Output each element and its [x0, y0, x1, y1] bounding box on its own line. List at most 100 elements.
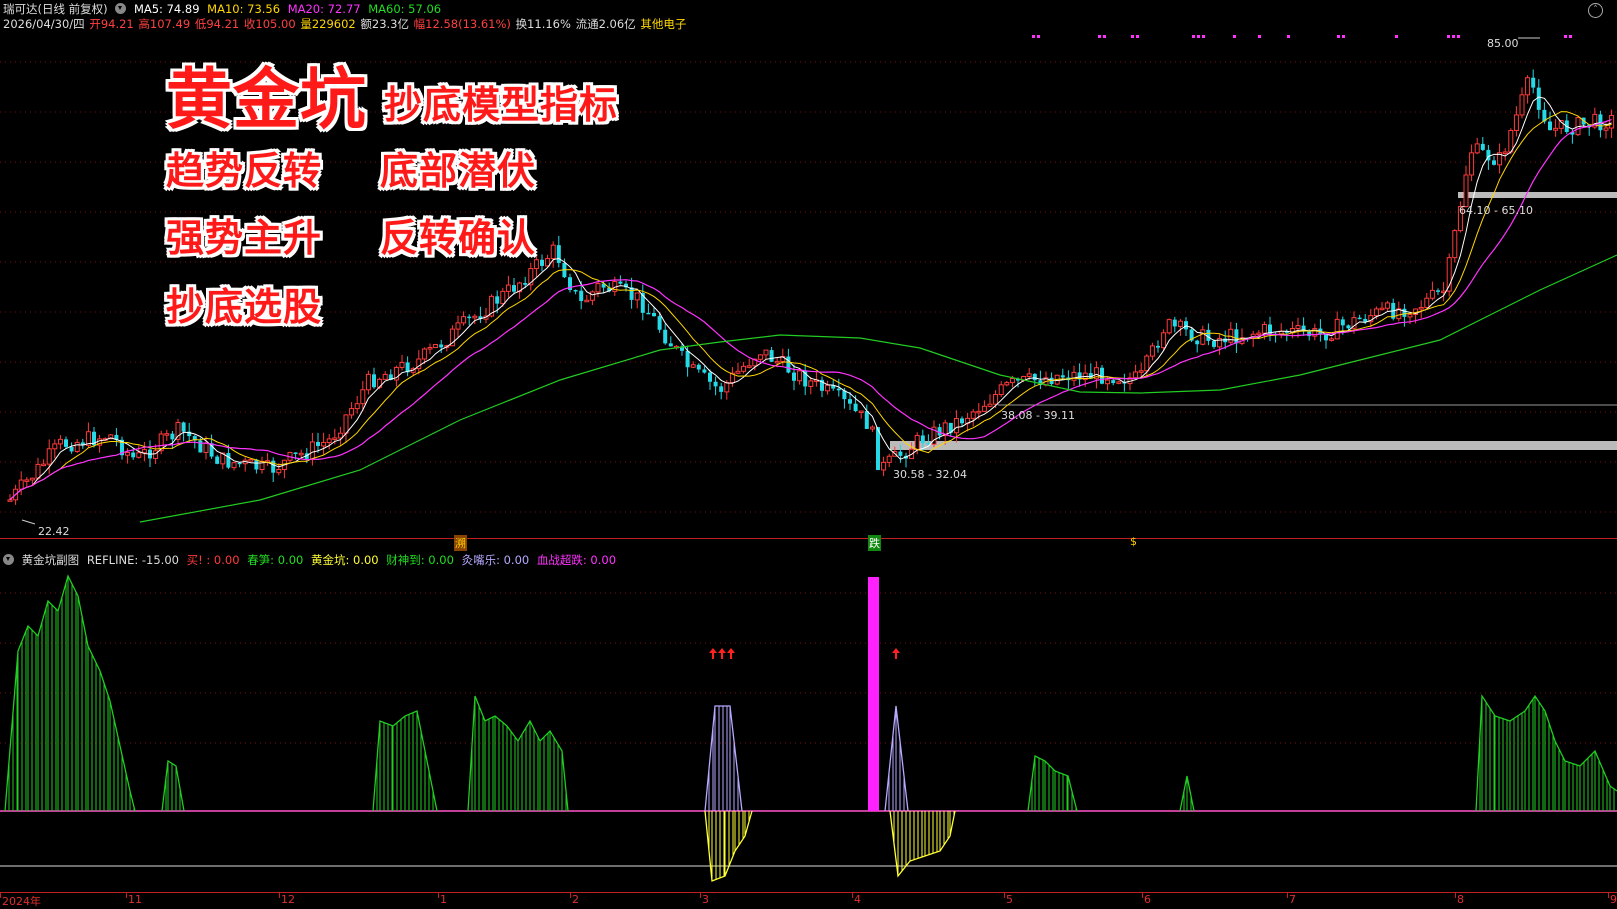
axis-label: 3 [702, 893, 709, 906]
candle-body [848, 399, 852, 404]
time-axis [0, 892, 1617, 898]
promo-subtitle: 抄底模型指标 [384, 83, 619, 127]
signal-dot [1569, 35, 1572, 38]
candle-body [595, 283, 601, 293]
signal-dot [1136, 35, 1139, 38]
signal-dot [1457, 35, 1460, 38]
candle-body [646, 312, 651, 315]
axis-label: 8 [1457, 893, 1464, 906]
candle-body [1161, 332, 1167, 349]
indicator-header: 黄金坑副图 REFLINE: -15.00 买! : 0.00 春笋: 0.00… [3, 552, 620, 568]
indicator-name[interactable]: 黄金坑副图 [22, 553, 80, 567]
candle-body [1223, 338, 1228, 343]
candle-body [343, 414, 349, 434]
candle-body [981, 405, 987, 412]
candle-body [1149, 345, 1155, 357]
candle-body [461, 316, 467, 324]
candle-body [696, 364, 701, 370]
dropdown-icon[interactable] [3, 554, 14, 565]
candle-body [1474, 143, 1480, 154]
candle-body [713, 381, 718, 387]
candle-body [1363, 318, 1368, 322]
signal-dot [1337, 35, 1340, 38]
candle-body [421, 348, 427, 360]
candle-body [858, 410, 864, 414]
candle-body [1212, 340, 1216, 347]
buy-label: 买! [186, 553, 203, 567]
zone1-label: 64.10 - 65.10 [1459, 204, 1533, 217]
candle-body [1357, 317, 1362, 320]
signal-dot [1233, 35, 1236, 38]
axis-label: 7 [1289, 893, 1296, 906]
candle-body [382, 373, 388, 380]
indicator-refline: REFLINE: -15.00 [86, 553, 179, 567]
indicator-chunsun: 春笋: 0.00 [247, 553, 304, 567]
event-mark-2[interactable]: 跌 [868, 535, 881, 551]
candle-body [1206, 329, 1211, 341]
candle-body [1346, 325, 1351, 329]
candle-body [741, 365, 747, 372]
candle-body [41, 463, 47, 467]
candle-body [1519, 94, 1525, 116]
event-mark-1[interactable]: 溯 [454, 535, 467, 551]
zone3-label: 30.58 - 32.04 [893, 468, 967, 481]
buy-arrow-head [718, 648, 726, 653]
candle-body [998, 384, 1004, 396]
candle-body [735, 370, 741, 374]
signal-dot [1564, 35, 1567, 38]
candle-body [825, 384, 831, 392]
candle-body [769, 350, 774, 362]
stock-name: 瑞可达(日线 前复权) [3, 2, 108, 16]
buy-arrow-head [709, 648, 717, 653]
signal-dot [1287, 35, 1290, 38]
candle-body [584, 299, 590, 303]
candle-body [248, 459, 254, 462]
candle-body [365, 373, 371, 391]
quote-sector[interactable]: 其他电子 [640, 17, 686, 31]
candle-body [763, 349, 769, 356]
candle-body [505, 284, 511, 292]
indicator-hjk: 黄金坑: 0.00 [310, 553, 379, 567]
candle-body [512, 285, 516, 292]
candle-body [1429, 289, 1435, 299]
ma60-line [139, 254, 1617, 523]
candle-body [141, 449, 147, 454]
candle-body [495, 296, 500, 304]
event-mark-3[interactable]: $ [1130, 535, 1137, 548]
axis-label: 6 [1144, 893, 1151, 906]
close-panel-icon[interactable]: ˄ [1588, 3, 1603, 18]
candle-body [52, 443, 58, 450]
promo-line2b: 底部潜伏 [380, 149, 537, 193]
indicator-chart[interactable] [0, 568, 1617, 892]
candle-body [556, 245, 561, 263]
candle-body [198, 440, 203, 453]
zone-bar [890, 441, 1617, 450]
signal-dot [1452, 35, 1455, 38]
dropdown-icon[interactable] [115, 3, 127, 14]
quote-low: 低94.21 [194, 17, 240, 31]
candle-body [550, 244, 556, 260]
candle-body [231, 462, 237, 469]
candle-body [1184, 321, 1188, 330]
candle-body [354, 403, 360, 410]
candle-body [757, 354, 763, 360]
candle-body [1502, 151, 1508, 154]
candle-body [808, 380, 814, 387]
chart-header-ma: 瑞可达(日线 前复权) MA5: 74.89 MA10: 73.56 MA20:… [3, 1, 445, 17]
signal-dot [1192, 35, 1195, 38]
candle-body [881, 461, 887, 471]
candle-body [293, 452, 298, 454]
candle-body [702, 369, 707, 373]
candle-body [24, 479, 30, 482]
candle-body [657, 316, 662, 330]
candle-body [1009, 378, 1015, 384]
candle-body [1156, 345, 1160, 348]
axis-label: 2024年 [2, 895, 41, 908]
candle-body [993, 394, 999, 405]
candle-body [1295, 325, 1301, 330]
signal-dot [1395, 35, 1398, 38]
high-price-label: 85.00 [1487, 37, 1519, 50]
candle-body [29, 477, 35, 481]
candle-body [7, 499, 13, 502]
candle-body [1407, 313, 1413, 318]
